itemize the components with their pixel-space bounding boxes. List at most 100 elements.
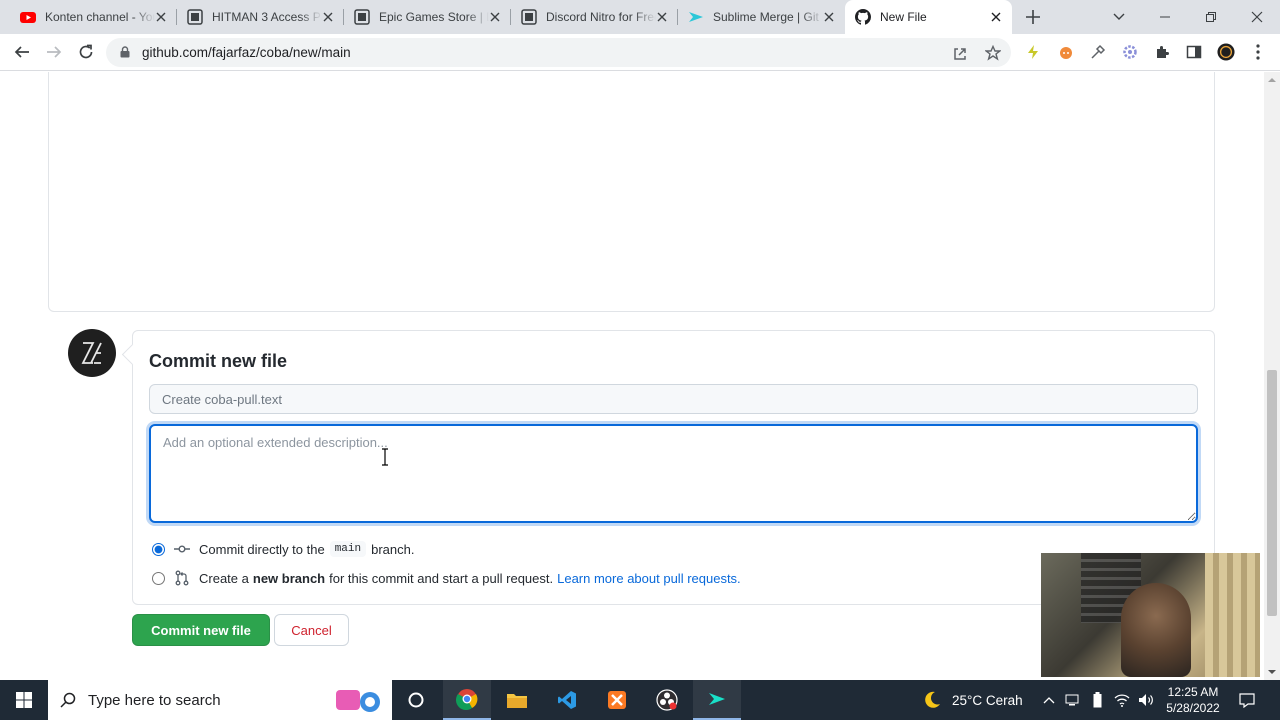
close-icon[interactable] <box>153 9 169 25</box>
avatar[interactable] <box>68 329 116 377</box>
tab-discord[interactable]: Discord Nitro for Free <box>511 0 678 34</box>
battery-icon[interactable] <box>1088 680 1106 720</box>
wifi-icon[interactable] <box>1112 680 1132 720</box>
minimize-button[interactable] <box>1142 0 1188 34</box>
close-icon[interactable] <box>487 9 503 25</box>
taskbar-search-placeholder: Type here to search <box>88 691 221 709</box>
tab-label: Discord Nitro for Free <box>546 10 656 24</box>
taskbar-chrome[interactable] <box>443 680 491 720</box>
cancel-button[interactable]: Cancel <box>274 614 349 646</box>
vscode-icon <box>558 691 576 709</box>
epic-games-icon <box>354 9 370 25</box>
github-icon <box>855 9 871 25</box>
new-branch-radio[interactable] <box>152 571 165 585</box>
tab-youtube[interactable]: Konten channel - YouTube <box>10 0 177 34</box>
url-text[interactable]: github.com/fajarfaz/coba/new/main <box>142 45 351 60</box>
share-icon[interactable] <box>952 44 970 62</box>
weather-text[interactable]: 25°C Cerah <box>952 693 1023 708</box>
tab-search-button[interactable] <box>1096 0 1142 34</box>
lock-icon <box>120 46 130 58</box>
windows-taskbar: Type here to search 25°C Cerah 12:25 AM … <box>0 680 1280 720</box>
cortana-button[interactable] <box>392 680 440 720</box>
new-branch-prefix: Create a <box>199 570 249 586</box>
commit-description-textarea[interactable] <box>149 424 1198 523</box>
new-tab-button[interactable] <box>1023 7 1043 27</box>
sublime-icon <box>689 12 703 22</box>
git-pull-request-icon <box>174 570 190 586</box>
tab-hitman[interactable]: HITMAN 3 Access Pass <box>177 0 344 34</box>
user-avatar-logo-icon <box>81 342 102 364</box>
taskbar-file-explorer[interactable] <box>493 680 541 720</box>
xampp-icon <box>608 691 626 709</box>
new-branch-option[interactable]: Create a new branch for this commit and … <box>152 570 741 586</box>
file-editor-box <box>48 72 1215 312</box>
clock-date: 5/28/2022 <box>1166 701 1220 715</box>
close-window-button[interactable] <box>1234 0 1280 34</box>
commit-new-file-button[interactable]: Commit new file <box>132 614 270 646</box>
tab-label: Sublime Merge | Git Client <box>713 10 823 24</box>
side-panel-icon[interactable] <box>1185 43 1203 61</box>
forward-button[interactable] <box>44 42 64 62</box>
cortana-circle-icon <box>408 692 424 708</box>
new-branch-bold: new branch <box>252 570 326 586</box>
back-button[interactable] <box>12 42 32 62</box>
hitman-icon <box>187 9 203 25</box>
tray-expand-icon[interactable] <box>1040 680 1058 720</box>
bookmark-star-icon[interactable] <box>984 44 1002 62</box>
commit-title: Commit new file <box>149 351 288 371</box>
webcam-person <box>1121 583 1191 677</box>
extension-gear-icon[interactable] <box>1121 43 1139 61</box>
page-scrollbar[interactable] <box>1264 72 1280 680</box>
tab-sublime-merge[interactable]: Sublime Merge | Git Client <box>678 0 845 34</box>
moon-weather-icon <box>925 691 940 708</box>
volume-icon[interactable] <box>1136 680 1156 720</box>
extensions-puzzle-icon[interactable] <box>1153 43 1171 61</box>
taskbar-sublime-merge[interactable] <box>693 680 741 720</box>
tray-device-icon[interactable] <box>1063 680 1081 720</box>
close-icon[interactable] <box>988 9 1004 25</box>
commit-directly-suffix: branch. <box>371 541 415 557</box>
discord-icon <box>521 9 537 25</box>
extension-lightning-icon[interactable] <box>1024 43 1042 61</box>
folder-icon <box>507 694 527 708</box>
taskbar-xampp[interactable] <box>593 680 641 720</box>
scroll-down-icon[interactable] <box>1268 668 1276 676</box>
notification-icon <box>1239 692 1255 708</box>
webcam-overlay <box>1041 553 1260 677</box>
address-bar[interactable]: github.com/fajarfaz/coba/new/main <box>106 38 1011 67</box>
browser-toolbar: github.com/fajarfaz/coba/new/main <box>0 34 1280 71</box>
reload-button[interactable] <box>76 42 96 62</box>
tab-new-file[interactable]: New File <box>845 0 1012 34</box>
tab-epic-games[interactable]: Epic Games Store | Download <box>344 0 511 34</box>
tab-label: New File <box>880 10 927 24</box>
extension-reddit-icon[interactable] <box>1057 43 1075 61</box>
commit-directly-radio[interactable] <box>152 542 165 556</box>
close-icon[interactable] <box>821 9 837 25</box>
learn-more-pull-requests-link[interactable]: Learn more about pull requests. <box>557 571 741 586</box>
notification-button[interactable] <box>1232 680 1262 720</box>
commit-directly-option[interactable]: Commit directly to the main branch. <box>152 541 414 557</box>
extension-eyedropper-icon[interactable] <box>1089 43 1107 61</box>
taskbar-vscode[interactable] <box>543 680 591 720</box>
profile-avatar-icon[interactable] <box>1217 43 1235 61</box>
windows-start-button[interactable] <box>0 680 48 720</box>
new-branch-text: for this commit and start a pull request… <box>329 570 554 586</box>
taskbar-obs[interactable] <box>643 680 691 720</box>
search-icon <box>60 692 76 708</box>
close-icon[interactable] <box>654 9 670 25</box>
system-clock[interactable]: 12:25 AM 5/28/2022 <box>1160 684 1226 716</box>
browser-menu-icon[interactable] <box>1249 43 1267 61</box>
browser-tab-strip: Konten channel - YouTube HITMAN 3 Access… <box>0 0 1280 34</box>
chrome-icon <box>456 689 478 710</box>
weather-icon-wrap[interactable] <box>918 680 946 720</box>
taskbar-search-box[interactable]: Type here to search <box>48 680 392 720</box>
tab-label: Epic Games Store | Download <box>379 10 489 24</box>
restore-button[interactable] <box>1188 0 1234 34</box>
git-commit-icon <box>174 541 190 557</box>
scroll-thumb[interactable] <box>1267 370 1277 616</box>
commit-summary-input[interactable] <box>149 384 1198 414</box>
close-icon[interactable] <box>320 9 336 25</box>
tab-label: Konten channel - YouTube <box>45 10 155 24</box>
scroll-up-icon[interactable] <box>1268 76 1276 84</box>
commit-directly-text: Commit directly to the <box>199 541 325 557</box>
